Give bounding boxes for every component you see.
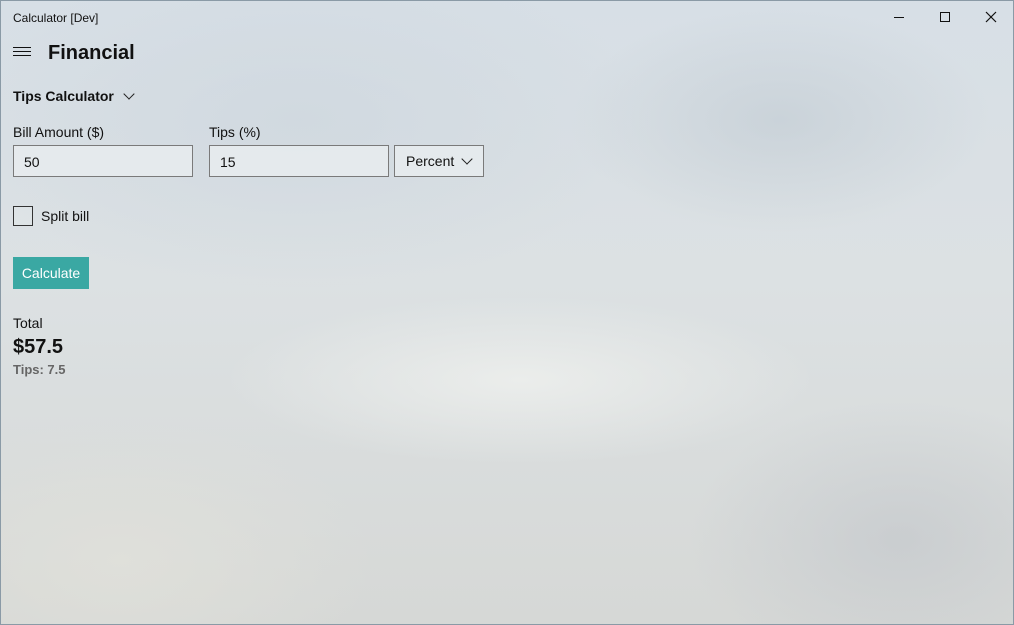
total-value: $57.5 [13,336,64,358]
tips-label: Tips (%) [209,124,261,140]
hamburger-icon[interactable] [13,47,31,59]
calculator-mode-label: Tips Calculator [13,88,114,104]
split-bill-checkbox[interactable] [13,206,33,226]
total-label: Total [13,315,43,331]
calculator-mode-dropdown[interactable]: Tips Calculator [13,87,135,104]
minimize-button[interactable] [876,1,922,33]
bill-amount-label: Bill Amount ($) [13,124,105,140]
page-title: Financial [48,42,135,64]
tips-unit-label: Percent [406,153,455,169]
chevron-down-icon [123,87,135,100]
split-bill-toggle[interactable]: Split bill [13,206,89,226]
close-button[interactable] [968,1,1014,33]
calculate-button[interactable]: Calculate [13,257,89,289]
split-bill-label: Split bill [41,208,90,224]
app-title: Calculator [Dev] [13,11,99,25]
chevron-down-icon [461,153,473,165]
close-icon [985,11,997,23]
title-bar: Calculator [Dev] [1,1,1013,33]
maximize-icon [940,12,950,22]
maximize-button[interactable] [922,1,968,33]
tips-unit-dropdown[interactable]: Percent [394,145,484,177]
tips-result: Tips: 7.5 [13,362,66,377]
tips-input[interactable]: 15 [209,145,389,177]
minimize-icon [894,16,904,18]
bill-amount-input[interactable]: 50 [13,145,193,177]
